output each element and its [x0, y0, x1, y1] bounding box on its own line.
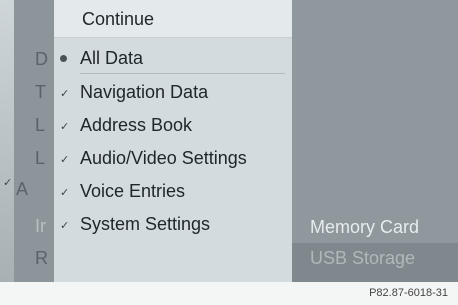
background-item-letter: Ir — [35, 216, 46, 236]
background-item-letter: A — [16, 179, 29, 199]
right-panel — [292, 0, 458, 243]
reset-menu: Continue All Data ✓ Navigation Data ✓ Ad… — [54, 0, 292, 282]
menu-item-system-settings[interactable]: ✓ System Settings — [54, 211, 292, 239]
menu-item-label: System Settings — [80, 214, 211, 234]
display-screen: D T L L ✓ A Ir R Memory Card USB Storage… — [0, 0, 458, 282]
checkmark-icon: ✓ — [60, 154, 70, 166]
checkmark-icon: ✓ — [60, 187, 70, 199]
usb-storage-option[interactable]: USB Storage — [310, 248, 415, 269]
checkmark-icon: ✓ — [60, 121, 70, 133]
background-menu-column — [14, 0, 58, 282]
menu-item-audio-video-settings[interactable]: ✓ Audio/Video Settings — [54, 145, 292, 173]
menu-item-navigation-data[interactable]: ✓ Navigation Data — [54, 79, 292, 107]
menu-item-voice-entries[interactable]: ✓ Voice Entries — [54, 178, 292, 206]
background-item-letter: L — [35, 148, 46, 168]
left-edge-strip — [0, 0, 14, 282]
continue-label: Continue — [82, 9, 155, 29]
radio-bullet-icon — [60, 55, 67, 62]
checkmark-icon: ✓ — [60, 88, 70, 100]
checkmark-icon: ✓ — [60, 220, 70, 232]
memory-card-option[interactable]: Memory Card — [310, 217, 419, 238]
background-item-letter: T — [35, 82, 46, 102]
background-item-letter: L — [35, 115, 46, 135]
menu-item-label: Audio/Video Settings — [80, 148, 247, 168]
figure-reference: P82.87-6018-31 — [369, 287, 448, 299]
menu-item-address-book[interactable]: ✓ Address Book — [54, 112, 292, 140]
continue-button[interactable]: Continue — [54, 0, 292, 38]
menu-item-label: Voice Entries — [80, 181, 186, 201]
menu-item-label: Navigation Data — [80, 82, 209, 102]
menu-item-label: Address Book — [80, 115, 193, 135]
background-item-letter: R — [35, 248, 48, 268]
menu-item-all-data[interactable]: All Data — [54, 45, 292, 73]
figure-caption-bar: P82.87-6018-31 — [0, 282, 458, 305]
background-item-letter: D — [35, 49, 48, 69]
menu-divider — [80, 73, 285, 74]
checkmark-icon: ✓ — [3, 177, 13, 189]
menu-item-label: All Data — [80, 48, 144, 68]
